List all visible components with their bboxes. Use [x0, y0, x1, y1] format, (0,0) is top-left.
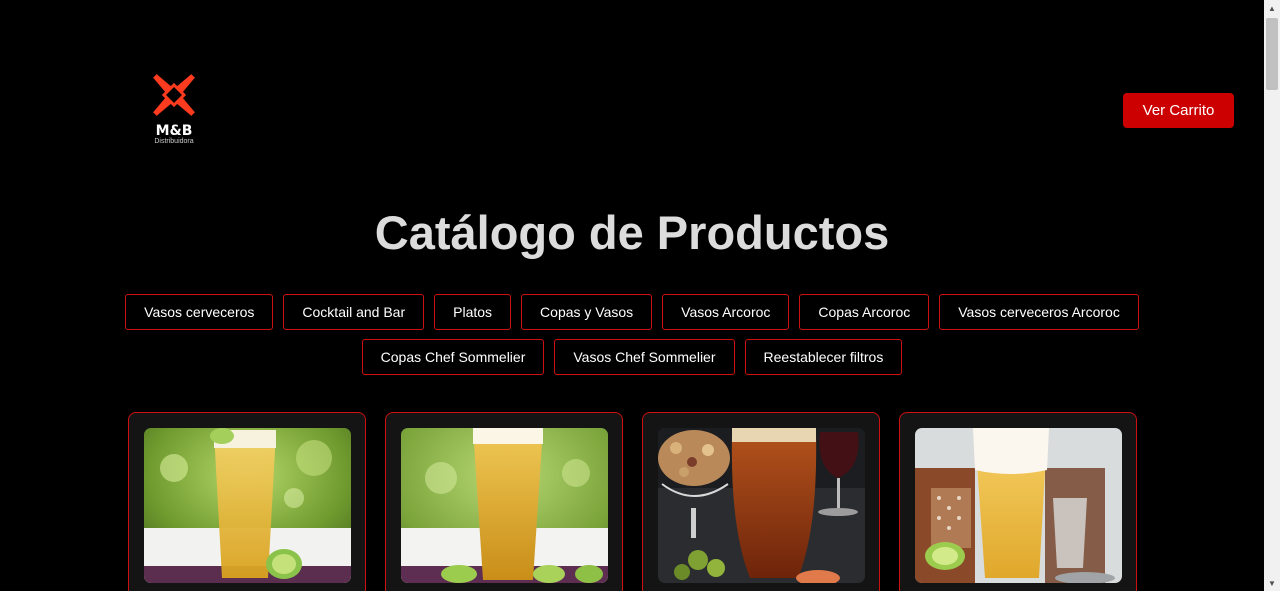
page-title: Catálogo de Productos [374, 206, 890, 259]
scroll-up-arrow-icon[interactable]: ▲ [1264, 0, 1280, 16]
product-card[interactable] [128, 412, 366, 591]
brand-logo[interactable]: M&B Distribuidora [145, 70, 203, 146]
product-card[interactable] [385, 412, 623, 591]
brand-name: M&B [155, 123, 193, 139]
brand-logo-icon [153, 74, 195, 116]
page-scrollbar[interactable]: ▲ ▼ [1264, 0, 1280, 591]
filter-copas-arcoroc[interactable]: Copas Arcoroc [799, 294, 930, 330]
filter-cocktail-and-bar[interactable]: Cocktail and Bar [283, 294, 425, 330]
filter-platos[interactable]: Platos [434, 294, 512, 330]
product-card[interactable] [899, 412, 1137, 591]
category-filters: Vasos cerveceros Cocktail and Bar Platos… [40, 294, 1224, 375]
view-cart-button[interactable]: Ver Carrito [1123, 93, 1234, 128]
product-image[interactable] [915, 428, 1122, 583]
product-image[interactable] [144, 428, 351, 583]
product-card[interactable] [642, 412, 880, 591]
product-grid [128, 412, 1137, 591]
filter-vasos-chef-sommelier[interactable]: Vasos Chef Sommelier [554, 339, 735, 375]
filter-copas-y-vasos[interactable]: Copas y Vasos [521, 294, 653, 330]
filter-vasos-arcoroc[interactable]: Vasos Arcoroc [662, 294, 790, 330]
reset-filters-button[interactable]: Reestablecer filtros [744, 339, 903, 375]
scroll-thumb[interactable] [1266, 18, 1278, 90]
brand-subtitle: Distribuidora [154, 138, 194, 145]
product-image[interactable] [401, 428, 608, 583]
product-image[interactable] [658, 428, 865, 583]
filter-copas-chef-sommelier[interactable]: Copas Chef Sommelier [361, 339, 545, 375]
scroll-down-arrow-icon[interactable]: ▼ [1264, 575, 1280, 591]
filter-vasos-cerveceros-arcoroc[interactable]: Vasos cerveceros Arcoroc [939, 294, 1139, 330]
filter-vasos-cerveceros[interactable]: Vasos cerveceros [125, 294, 274, 330]
